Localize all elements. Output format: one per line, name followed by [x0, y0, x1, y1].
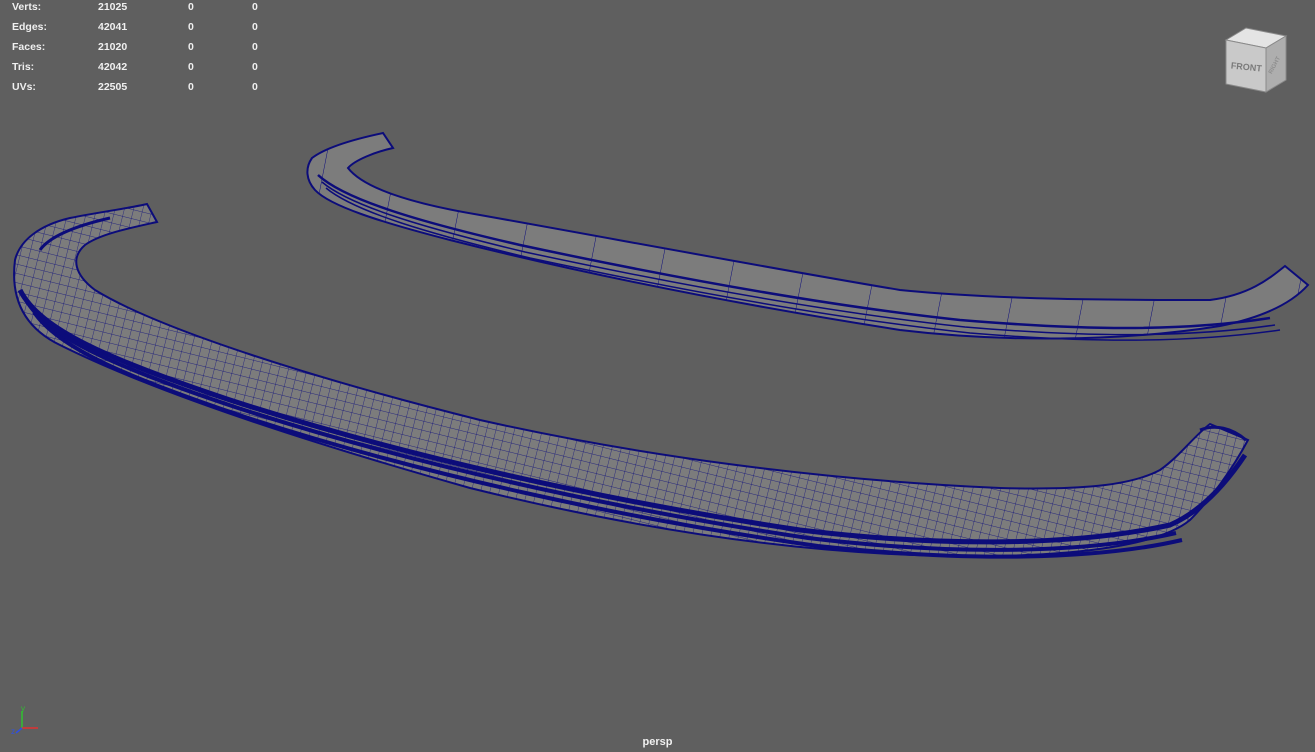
hud-value: 0	[252, 1, 258, 13]
viewport-canvas[interactable]	[0, 0, 1315, 752]
hud-value: 0	[252, 41, 258, 53]
hud-label: Verts:	[12, 1, 42, 13]
mesh-lip-back[interactable]	[306, 131, 1310, 341]
hud-value: 0	[188, 61, 194, 73]
hud-value: 22505	[98, 81, 128, 93]
hud-label: Faces:	[12, 41, 46, 53]
hud-value: 21020	[98, 41, 128, 53]
hud-value: 42041	[98, 21, 128, 33]
hud-value: 42042	[98, 61, 128, 73]
hud-value: 0	[188, 1, 194, 13]
hud-label: Edges:	[12, 21, 48, 33]
z-axis-label: z	[11, 727, 15, 736]
hud-label: UVs:	[12, 81, 36, 93]
hud-value: 0	[188, 81, 194, 93]
y-axis-label: y	[21, 704, 25, 713]
viewcube[interactable]: FRONT RIGHT	[1220, 26, 1292, 96]
hud-value: 0	[188, 41, 194, 53]
hud-value: 0	[252, 61, 258, 73]
hud-value: 0	[252, 21, 258, 33]
hud-value: 0	[188, 21, 194, 33]
camera-label: persp	[642, 736, 673, 748]
hud-value: 21025	[98, 1, 128, 13]
hud-value: 0	[252, 81, 258, 93]
hud-label: Tris:	[12, 61, 35, 73]
z-axis-line	[15, 727, 23, 734]
